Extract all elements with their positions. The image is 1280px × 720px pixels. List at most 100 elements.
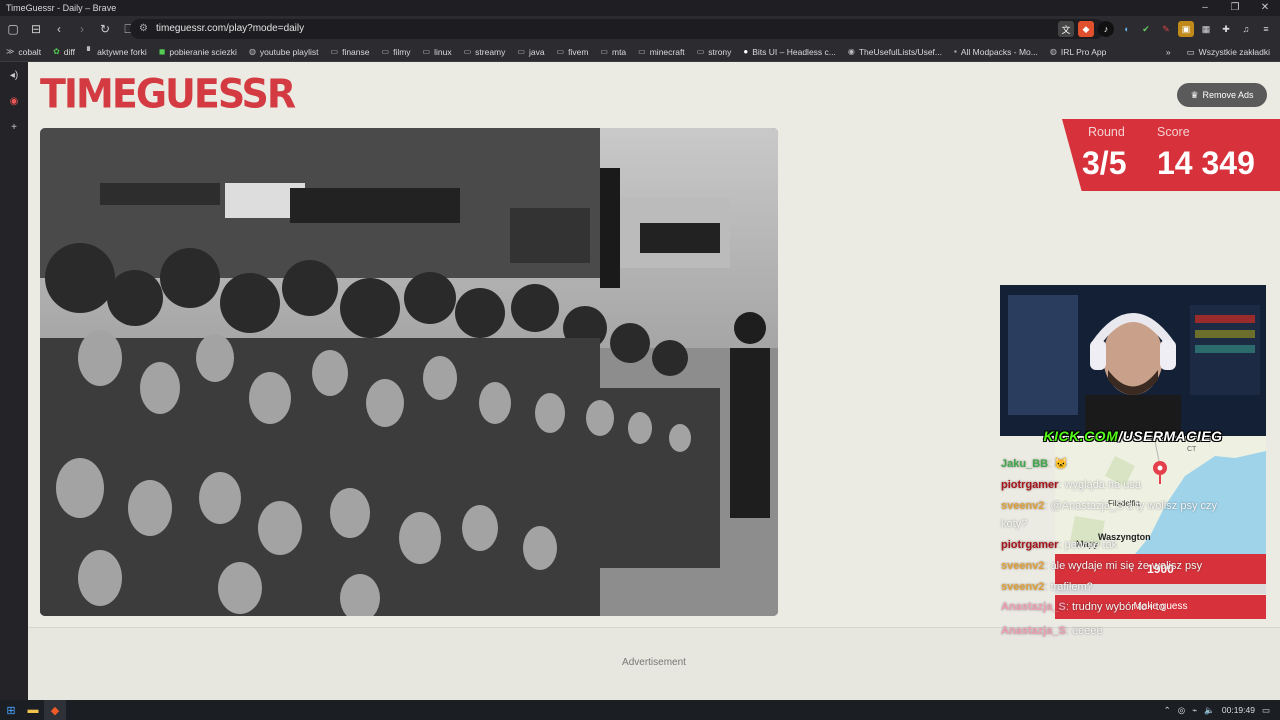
folder-icon: ▭ — [517, 47, 525, 56]
bookmarks-overflow-button[interactable]: » — [1166, 47, 1171, 57]
brave-talk-icon[interactable]: ◉ — [0, 88, 28, 114]
site-info-icon[interactable]: ⚙ — [139, 19, 148, 39]
volume-icon[interactable]: 🔈 — [1204, 705, 1215, 716]
bookmark-item[interactable]: ◍ youtube playlist — [249, 47, 319, 57]
maximize-button[interactable]: ❐ — [1220, 0, 1250, 16]
add-icon[interactable]: + — [0, 114, 28, 140]
browser-sidebar: ◂) ◉ + — [0, 62, 28, 700]
url-text: timeguessr.com/play?mode=daily — [156, 23, 305, 34]
extension-icon[interactable]: ▦ — [1198, 21, 1214, 37]
bookmark-folder[interactable]: ▭ finanse — [331, 47, 370, 57]
extension-icon[interactable]: ◖ — [1118, 21, 1134, 37]
file-explorer-icon[interactable]: ▬ — [22, 700, 44, 720]
extensions-puzzle-icon[interactable]: ✚ — [1218, 21, 1234, 37]
round-label: Round — [1088, 125, 1125, 139]
windows-start-icon[interactable]: ⊞ — [0, 700, 22, 720]
chat-user: piotrgamer — [1001, 539, 1059, 551]
browser-toolbar: ▢ ⊟ ‹ › ↻ ⎕ ⚙ timeguessr.com/play?mode=d… — [0, 16, 1280, 42]
remove-ads-label: Remove Ads — [1202, 90, 1254, 100]
folder-icon: ▭ — [696, 47, 705, 56]
bookmark-folder[interactable]: ▭ filmy — [382, 47, 411, 57]
extension-icon[interactable]: ✎ — [1158, 21, 1174, 37]
github-icon: ◉ — [847, 47, 855, 56]
chat-user: sveenv2 — [1001, 581, 1045, 593]
chat-user: Anastazja_S — [1001, 625, 1066, 637]
bookmark-item[interactable]: ✿ diff — [53, 47, 75, 57]
historical-photo[interactable] — [40, 128, 778, 616]
chat-user: sveenv2 — [1001, 560, 1045, 572]
remove-ads-button[interactable]: ♛ Remove Ads — [1177, 83, 1267, 107]
reload-icon[interactable]: ↻ — [95, 19, 115, 39]
tray-chevron-icon[interactable]: ⌃ — [1164, 705, 1171, 716]
menu-icon[interactable]: ≡ — [1258, 21, 1274, 37]
timeguessr-logo[interactable]: TIMEGUESSR — [40, 71, 296, 117]
tiktok-extension-icon[interactable]: ♪ — [1098, 21, 1114, 37]
system-tray: ⌃ ◎ ⌁ 🔈 00:19:49 ▭ — [1164, 700, 1270, 720]
media-icon[interactable]: ♫ — [1238, 21, 1254, 37]
diff-icon: ✿ — [53, 47, 60, 56]
bookmark-item[interactable]: ● Bits UI – Headless c... — [743, 47, 835, 57]
bookmark-item[interactable]: ≫ cobalt — [6, 47, 41, 57]
extension-icon[interactable]: ▣ — [1178, 21, 1194, 37]
chat-message: piotrgamer: wygląda na usa — [1001, 479, 1142, 491]
steam-icon[interactable]: ◎ — [1178, 705, 1185, 716]
bookmark-folder[interactable]: ▭ fivem — [557, 47, 589, 57]
address-bar[interactable]: ⚙ timeguessr.com/play?mode=daily — [130, 19, 1105, 39]
advertisement-label: Advertisement — [622, 657, 686, 668]
bookmark-folder[interactable]: ▭ minecraft — [638, 47, 685, 57]
bookmarks-bar: ≫ cobalt ✿ diff ▘ aktywne forki ◼ pobieranie… — [0, 42, 1280, 62]
crowd-photo-image — [40, 128, 778, 616]
chat-message: sveenv2: @Anastazja_S a ty wolisz psy cz… — [1001, 500, 1218, 512]
tab-list-icon[interactable]: ⊟ — [26, 19, 46, 39]
folder-icon: ▭ — [422, 47, 431, 56]
bookmark-item[interactable]: ▪ All Modpacks - Mo... — [954, 47, 1038, 57]
folder-icon: ▭ — [1186, 46, 1195, 57]
clock[interactable]: 00:19:49 — [1222, 705, 1255, 715]
webcam-overlay — [1000, 285, 1266, 436]
chat-text: trafiłem? — [1050, 581, 1093, 593]
extensions-area: 文 ◆ ♪ ◖ ✔ ✎ ▣ ▦ ✚ ♫ ≡ — [1058, 19, 1274, 37]
network-icon[interactable]: ⌁ — [1192, 705, 1197, 716]
forward-icon[interactable]: › — [72, 19, 92, 39]
folder-icon: ▭ — [330, 47, 339, 56]
guess-minimap[interactable] — [1055, 436, 1266, 554]
speaker-icon[interactable]: ◂) — [0, 62, 28, 88]
chat-text: @Anastazja_S a ty wolisz psy czy — [1050, 500, 1218, 512]
windows-taskbar: ⊞ ▬ ◆ ⌃ ◎ ⌁ 🔈 00:19:49 ▭ — [0, 700, 1280, 720]
translate-icon[interactable]: 文 — [1058, 21, 1074, 37]
fork-icon: ▘ — [86, 47, 94, 56]
cobalt-icon: ≫ — [6, 47, 15, 56]
close-button[interactable]: ✕ — [1250, 0, 1280, 16]
timeguessr-page: TIMEGUESSR ♛ Remove Ads Round Score 3/5 … — [28, 62, 1280, 700]
brave-taskbar-icon[interactable]: ◆ — [44, 700, 66, 720]
bookmark-folder[interactable]: ▭ mta — [600, 47, 626, 57]
chat-user: piotrgamer — [1001, 479, 1059, 491]
bookmark-item[interactable]: ◍ IRL Pro App — [1050, 47, 1107, 57]
bookmark-item[interactable]: ▘ aktywne forki — [87, 47, 147, 57]
map-place-label: CT — [1187, 446, 1197, 453]
chat-user: sveenv2 — [1001, 500, 1045, 512]
sidebar-toggle-icon[interactable]: ▢ — [3, 19, 23, 39]
all-bookmarks-button[interactable]: Wszystkie zakładki — [1199, 47, 1270, 57]
folder-icon: ▭ — [556, 47, 565, 56]
notifications-icon[interactable]: ▭ — [1262, 705, 1270, 716]
score-label: Score — [1157, 125, 1190, 139]
extension-icon[interactable]: ✔ — [1138, 21, 1154, 37]
bookmark-folder[interactable]: ▭ streamy — [464, 47, 506, 57]
back-icon[interactable]: ‹ — [49, 19, 69, 39]
bookmark-folder[interactable]: ▭ linux — [423, 47, 452, 57]
bookmark-item[interactable]: ◉ TheUsefulLists/Usef... — [848, 47, 942, 57]
chat-user: Anastazja_S — [1001, 601, 1066, 613]
bookmark-item[interactable]: ◼ pobieranie sciezki — [159, 47, 237, 57]
bookmark-folder[interactable]: ▭ strony — [697, 47, 732, 57]
folder-icon: ▭ — [381, 47, 390, 56]
chat-text: wygląda na usa — [1064, 479, 1142, 491]
minimize-button[interactable]: – — [1190, 0, 1220, 16]
minimap-image — [1055, 436, 1266, 554]
brave-shields-icon[interactable]: ◆ — [1078, 21, 1094, 37]
folder-icon: ▭ — [600, 47, 608, 56]
folder-icon: ▭ — [463, 47, 472, 56]
score-value: 14 349 — [1157, 145, 1255, 181]
window-title: TimeGuessr - Daily – Brave — [6, 3, 117, 13]
bookmark-folder[interactable]: ▭ java — [517, 47, 544, 57]
